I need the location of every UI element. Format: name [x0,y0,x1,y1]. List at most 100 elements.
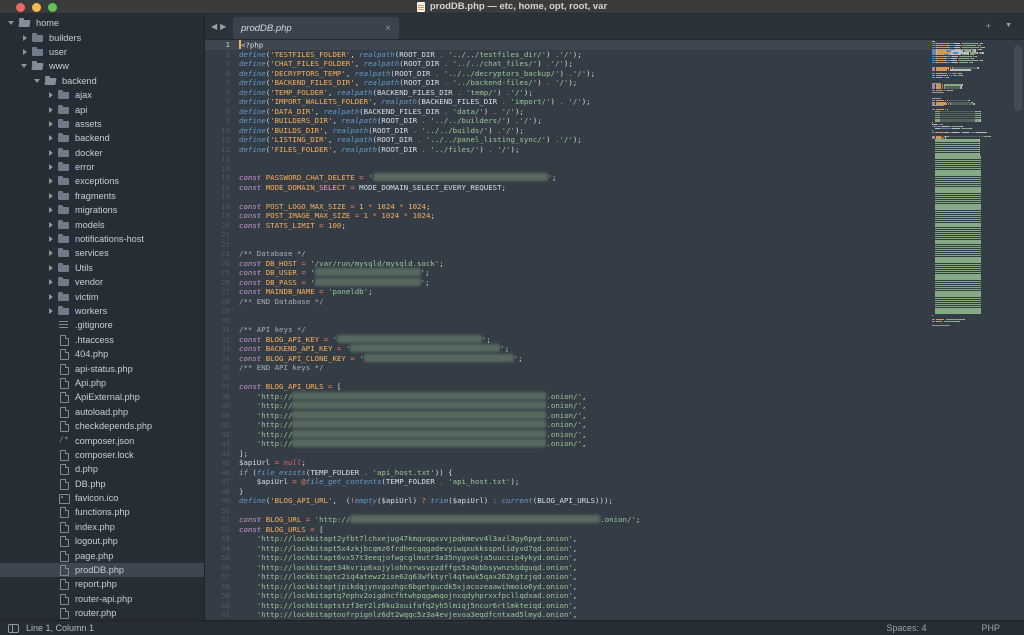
tree-spacer [47,465,55,473]
folder-icon [58,148,70,158]
collapse-icon[interactable] [21,62,29,70]
sidebar-item-api-php[interactable]: Api.php [0,376,204,390]
sidebar-item-exceptions[interactable]: exceptions [0,174,204,188]
expand-icon[interactable] [47,206,55,214]
code-editor[interactable]: 1234567891011121314151617181920212223242… [205,40,1024,620]
expand-icon[interactable] [47,120,55,128]
collapse-icon[interactable] [8,19,16,27]
sidebar-item-composer-json[interactable]: composer.json [0,433,204,447]
sidebar-item-apiexternal-php[interactable]: ApiExternal.php [0,390,204,404]
sidebar-item-docker[interactable]: docker [0,146,204,160]
expand-icon[interactable] [47,278,55,286]
expand-icon[interactable] [47,307,55,315]
close-window-button[interactable] [16,3,25,12]
redacted-secret [337,335,482,343]
indentation-setting[interactable]: Spaces: 4 [886,623,926,633]
code-area[interactable]: <?phpdefine('TESTFILES_FOLDER', realpath… [239,40,932,620]
sidebar-item-models[interactable]: models [0,217,204,231]
scrollbar-thumb[interactable] [1014,45,1022,111]
sidebar-item-report-php[interactable]: report.php [0,577,204,591]
expand-icon[interactable] [47,106,55,114]
sidebar-item-user[interactable]: user [0,45,204,59]
sidebar-item-d-php[interactable]: d.php [0,462,204,476]
sidebar-item-www[interactable]: www [0,59,204,73]
sidebar-item-checkdepends-php[interactable]: checkdepends.php [0,419,204,433]
code-line: const DB_PASS = ''; [239,278,932,288]
code-line [239,154,932,164]
sidebar-item-db-php[interactable]: DB.php [0,477,204,491]
tab-overflow-icon[interactable]: ▼ [1005,21,1012,31]
file-icon [58,320,70,330]
code-line: define('DECRYPTORS_TEMP', realpath(ROOT_… [239,69,932,79]
sidebar-item-functions-php[interactable]: functions.php [0,505,204,519]
expand-icon[interactable] [47,163,55,171]
expand-icon[interactable] [47,221,55,229]
line-number: 18 [205,202,239,212]
expand-icon[interactable] [47,192,55,200]
sidebar-item--gitignore[interactable]: .gitignore [0,318,204,332]
sidebar-item-label: logout.php [75,536,118,546]
folder-icon [58,277,70,287]
sidebar-item-composer-lock[interactable]: composer.lock [0,448,204,462]
sidebar-item-404-php[interactable]: 404.php [0,347,204,361]
sidebar-item-builders[interactable]: builders [0,30,204,44]
new-tab-icon[interactable]: + [986,21,991,31]
minimap[interactable] [932,40,1010,620]
expand-icon[interactable] [47,235,55,243]
code-line: const PASSWORD_CHAT_DELETE = ''; [239,173,932,183]
sidebar-item-workers[interactable]: workers [0,304,204,318]
tab-proddb-php[interactable]: prodDB.php × [233,17,399,39]
sidebar-item-victim[interactable]: victim [0,289,204,303]
tree-spacer [47,580,55,588]
expand-icon[interactable] [47,134,55,142]
sidebar-item-assets[interactable]: assets [0,117,204,131]
tab-close-icon[interactable]: × [385,23,391,34]
collapse-icon[interactable] [34,77,42,85]
line-number: 48 [205,487,239,497]
sidebar-item-backend[interactable]: backend [0,131,204,145]
expand-icon[interactable] [21,34,29,42]
expand-icon[interactable] [47,91,55,99]
sidebar-item-router-php[interactable]: router.php [0,606,204,620]
sidebar-item-autoload-php[interactable]: autoload.php [0,405,204,419]
expand-icon[interactable] [47,293,55,301]
zoom-window-button[interactable] [48,3,57,12]
sidebar-item-label: prodDB.php [75,565,124,575]
sidebar-item--htaccess[interactable]: .htaccess [0,333,204,347]
sidebar-item-proddb-php[interactable]: prodDB.php [0,563,204,577]
forward-arrow-icon[interactable]: ▶ [220,22,229,31]
sidebar-item-api-status-php[interactable]: api-status.php [0,361,204,375]
sidebar-toggle-icon[interactable] [8,624,19,633]
sidebar-item-backend[interactable]: backend [0,74,204,88]
sidebar-item-vendor[interactable]: vendor [0,275,204,289]
sidebar-item-migrations[interactable]: migrations [0,203,204,217]
expand-icon[interactable] [21,48,29,56]
expand-icon[interactable] [47,149,55,157]
expand-icon[interactable] [47,177,55,185]
file-icon [58,507,70,517]
sidebar-item-services[interactable]: services [0,246,204,260]
document-proxy-icon[interactable] [417,2,425,12]
sidebar-item-error[interactable]: error [0,160,204,174]
back-arrow-icon[interactable]: ◀ [211,22,220,31]
sidebar-item-router-api-php[interactable]: router-api.php [0,592,204,606]
code-line: 'http://lockbitaptq7ephv2oigdncfhtwhpqgw… [239,591,932,601]
sidebar-item-utils[interactable]: Utils [0,261,204,275]
expand-icon[interactable] [47,264,55,272]
sidebar-item-home[interactable]: home [0,16,204,30]
syntax-selector[interactable]: PHP [981,623,1000,633]
sidebar-item-api[interactable]: api [0,102,204,116]
sidebar-item-logout-php[interactable]: logout.php [0,534,204,548]
sidebar-item-favicon-ico[interactable]: favicon.ico [0,491,204,505]
sidebar-item-ajax[interactable]: ajax [0,88,204,102]
sidebar-item-fragments[interactable]: fragments [0,189,204,203]
line-number: 57 [205,572,239,582]
line-number: 22 [205,240,239,250]
scrollbar-track[interactable] [1010,40,1024,620]
expand-icon[interactable] [47,249,55,257]
sidebar-item-index-php[interactable]: index.php [0,520,204,534]
sidebar-item-page-php[interactable]: page.php [0,548,204,562]
minimize-window-button[interactable] [32,3,41,12]
code-line: 'http://.onion/', [239,392,932,402]
sidebar-item-notifications-host[interactable]: notifications-host [0,232,204,246]
